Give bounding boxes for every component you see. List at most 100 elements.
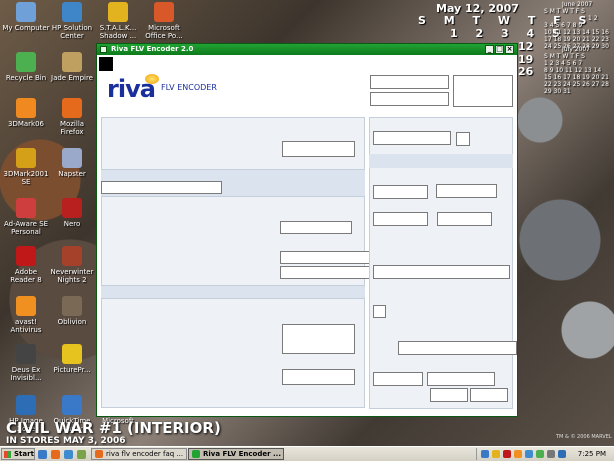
tray-icon[interactable] [492, 450, 500, 458]
desktop-icon[interactable]: Ad-Aware SE Personal [2, 198, 50, 236]
action-button-3[interactable] [430, 388, 468, 402]
windows-flag-icon [4, 451, 11, 458]
tray-icon[interactable] [481, 450, 489, 458]
task-label: Riva FLV Encoder ... [203, 450, 281, 458]
taskbar: Start riva flv encoder faq ... Riva FLV … [0, 446, 614, 461]
task-button-riva[interactable]: Riva FLV Encoder ... [188, 448, 284, 460]
desktop-icon-label: Ad-Aware SE Personal [3, 220, 49, 236]
media-quicklaunch-icon[interactable] [77, 450, 86, 459]
show-desktop-icon[interactable] [38, 450, 47, 459]
desktop-app-icon [62, 344, 82, 364]
tray-icon[interactable] [514, 450, 522, 458]
mini-calendar-line: 29 30 31 [544, 88, 571, 95]
desktop-icon[interactable]: Jade Empire [48, 52, 96, 82]
start-button[interactable]: Start [1, 448, 35, 460]
desktop-icon[interactable]: Oblivion [48, 296, 96, 326]
settings-field-4[interactable] [373, 212, 428, 226]
desktop-app-icon [62, 98, 82, 118]
settings-field-7[interactable] [398, 341, 517, 355]
tray-icon[interactable] [536, 450, 544, 458]
maximize-button[interactable]: □ [495, 45, 504, 54]
settings-field-6[interactable] [373, 265, 510, 279]
mini-calendar-line: 15 16 17 18 19 20 21 [544, 74, 609, 81]
network-icon[interactable] [558, 450, 566, 458]
desktop-icon[interactable]: 3DMark2001 SE [2, 148, 50, 186]
desktop-app-icon [16, 296, 36, 316]
output-field-3[interactable] [280, 266, 370, 279]
window-title: Riva FLV Encoder 2.0 [111, 45, 194, 53]
desktop-icon-label: PicturePr... [53, 366, 91, 374]
menu-icon[interactable] [99, 57, 113, 71]
desktop-icon[interactable]: 3DMark06 [2, 98, 50, 128]
desktop-icon-label: Recycle Bin [5, 74, 47, 82]
desktop-icon[interactable]: Microsoft Office Po... [140, 2, 188, 40]
desktop-icon[interactable]: Deus Ex Invisibl... [2, 344, 50, 382]
desktop-icon[interactable]: avast! Antivirus [2, 296, 50, 334]
riva-icon [192, 450, 200, 458]
riva-logo: riva [107, 75, 156, 103]
mini-calendar-line: 17 18 19 20 21 22 23 [544, 36, 609, 43]
desktop-icon-label: HP Solution Center [51, 24, 93, 40]
desktop-icon[interactable]: Recycle Bin [2, 52, 50, 82]
desktop-app-icon [62, 52, 82, 72]
tray-icon[interactable] [503, 450, 511, 458]
settings-field-5[interactable] [437, 212, 492, 226]
desktop-icon[interactable]: My Computer [2, 2, 50, 32]
action-button-4[interactable] [470, 388, 508, 402]
task-button-firefox[interactable]: riva flv encoder faq ... [91, 448, 187, 460]
settings-checkbox-1[interactable] [456, 132, 470, 146]
input-file-field[interactable] [282, 141, 355, 157]
desktop-icon[interactable]: Adobe Reader 8 [2, 246, 50, 284]
desktop-app-icon [62, 2, 82, 22]
desktop-icon[interactable]: Neverwinter Nights 2 [48, 246, 96, 284]
output-field-1[interactable] [280, 221, 352, 234]
mini-calendar-line: 10 11 12 13 14 15 16 [544, 29, 609, 36]
desktop-icon-label: S.T.A.L.K... Shadow ... [99, 24, 137, 40]
top-field-2[interactable] [370, 92, 449, 106]
action-button-2[interactable] [427, 372, 495, 386]
mini-calendar-line: S M T W T F S [544, 53, 585, 60]
desktop-icon-label: Mozilla Firefox [59, 120, 85, 136]
desktop-icon[interactable]: S.T.A.L.K... Shadow ... [94, 2, 142, 40]
close-button[interactable]: × [505, 45, 514, 54]
settings-field-2[interactable] [373, 185, 428, 199]
mini-calendar-title: July 2007 [562, 46, 590, 53]
desktop-icon-label: My Computer [2, 24, 50, 32]
desktop-icon[interactable]: Napster [48, 148, 96, 178]
section-label-field[interactable] [101, 181, 222, 194]
mini-calendar-line: 1 2 3 4 5 6 7 [544, 60, 583, 67]
desktop-icon-label: Neverwinter Nights 2 [50, 268, 94, 284]
action-button-1[interactable] [373, 372, 423, 386]
desktop-icon-label: Jade Empire [51, 74, 93, 82]
desktop-app-icon [16, 2, 36, 22]
tray-icon[interactable] [525, 450, 533, 458]
preview-box[interactable] [282, 324, 355, 354]
settings-field-3[interactable] [436, 184, 497, 198]
desktop-app-icon [16, 246, 36, 266]
window-titlebar[interactable]: Riva FLV Encoder 2.0 _ □ × [97, 44, 517, 55]
desktop-icon-label: Microsoft Office Po... [145, 24, 183, 40]
desktop-icon-label: Nero [63, 220, 81, 228]
calendar-side-12: 12 [518, 40, 534, 53]
wallpaper-copyright: TM & © 2006 MARVEL [556, 434, 612, 440]
ie-quicklaunch-icon[interactable] [64, 450, 73, 459]
firefox-quicklaunch-icon[interactable] [51, 450, 60, 459]
settings-checkbox-2[interactable] [373, 305, 386, 318]
top-field-1[interactable] [370, 75, 449, 89]
volume-icon[interactable] [547, 450, 555, 458]
desktop-app-icon [62, 246, 82, 266]
settings-field-1[interactable] [373, 131, 451, 145]
mini-calendar-line: 8 9 10 11 12 13 14 [544, 67, 602, 74]
desktop-icon[interactable]: HP Solution Center [48, 2, 96, 40]
preview-field[interactable] [282, 369, 355, 385]
output-field-2[interactable] [280, 251, 370, 264]
desktop-app-icon [62, 148, 82, 168]
minimize-button[interactable]: _ [485, 45, 494, 54]
desktop-app-icon [108, 2, 128, 22]
desktop-icon-label: 3DMark06 [7, 120, 44, 128]
desktop-icon[interactable]: PicturePr... [48, 344, 96, 374]
desktop-icon[interactable]: Mozilla Firefox [48, 98, 96, 136]
mini-calendar-line: 22 23 24 25 26 27 28 [544, 81, 609, 88]
top-right-box[interactable] [453, 75, 513, 107]
desktop-icon[interactable]: Nero [48, 198, 96, 228]
